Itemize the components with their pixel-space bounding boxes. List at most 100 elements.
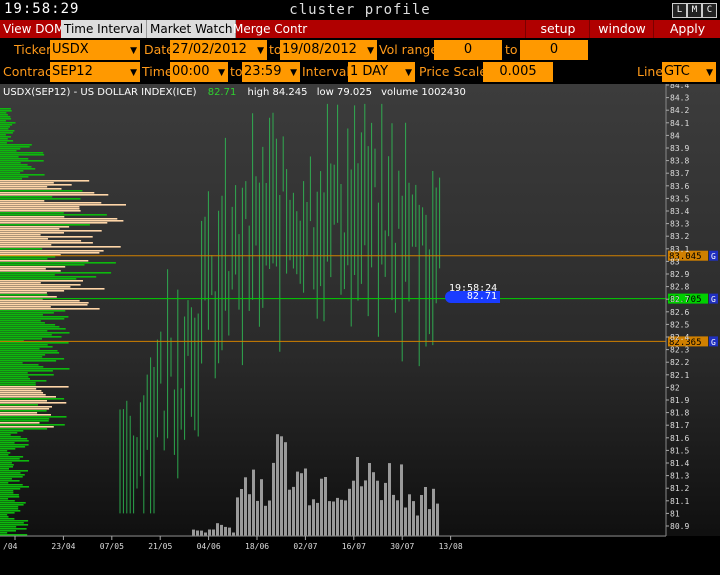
chart-area[interactable]: 83.045 G 82.705 G 82.365 G 84.4 84.3 84.2 84.1 84… — [0, 84, 720, 575]
contract-select[interactable]: SEP12 ▼ — [50, 62, 140, 82]
volume-bar — [268, 500, 271, 536]
menu-market-watch[interactable]: Market Watch — [147, 20, 237, 38]
profile-bar — [0, 306, 51, 308]
profile-bar — [0, 432, 18, 434]
volume-bar — [276, 434, 279, 536]
chevron-down-icon: ▼ — [257, 46, 264, 56]
volume-bar — [376, 480, 379, 536]
menu-merge-contr[interactable]: Merge Contr — [230, 20, 310, 38]
volume-bar — [416, 515, 419, 536]
profile-bar — [0, 430, 24, 432]
profile-bar — [0, 370, 53, 372]
profile-bar — [0, 374, 54, 376]
filter-row-2: Contract SEP12 ▼ Time 00:00 ▼ to 23:59 ▼ In… — [0, 60, 720, 84]
volume-bar — [428, 509, 431, 536]
profile-bar — [0, 416, 67, 418]
volume-bar — [212, 529, 215, 536]
volume-bar — [192, 529, 195, 536]
time-from-field[interactable]: 00:00 ▼ — [170, 62, 228, 82]
window-c-button[interactable]: C — [702, 3, 717, 18]
profile-bar — [0, 276, 97, 278]
volume-bar — [296, 471, 299, 536]
volume-bar — [380, 500, 383, 536]
profile-bar — [0, 300, 80, 302]
profile-bar — [0, 468, 9, 470]
profile-bar — [0, 138, 8, 140]
profile-bar — [0, 346, 53, 348]
date-from-field[interactable]: 27/02/2012 ▼ — [170, 40, 267, 60]
date-tick-label: 07/05 — [100, 542, 124, 551]
profile-bar — [0, 494, 19, 496]
profile-bar — [0, 384, 36, 386]
profile-bar — [0, 330, 48, 332]
volume-bar — [352, 480, 355, 536]
profile-bar — [0, 368, 70, 370]
profile-bar — [0, 110, 12, 112]
volume-bar — [208, 529, 211, 536]
cluster-profile-chart[interactable]: 83.045 G82.705 G82.365 G 84.484.384.284.184… — [0, 84, 720, 575]
volume-bar — [364, 480, 367, 536]
profile-bar — [0, 236, 93, 238]
window-button[interactable]: window — [589, 20, 654, 38]
volume-bar — [300, 473, 303, 536]
ticker-select[interactable]: USDX ▼ — [50, 40, 140, 60]
time-to-field[interactable]: 23:59 ▼ — [242, 62, 300, 82]
profile-bar — [0, 380, 47, 382]
profile-bar — [0, 168, 36, 170]
profile-bar — [0, 338, 42, 340]
profile-bar — [0, 356, 43, 358]
vol-to-field[interactable]: 0 — [520, 40, 588, 60]
profile-bar — [0, 400, 47, 402]
volume-bar — [404, 507, 407, 536]
volume-bar — [412, 501, 415, 536]
profile-bar — [0, 216, 65, 218]
price-tick-label: 82.6 — [670, 308, 689, 317]
profile-bar — [0, 462, 12, 464]
window-title: cluster profile — [289, 2, 431, 18]
profile-bar — [0, 528, 27, 530]
menu-time-interval[interactable]: Time Interval — [61, 20, 148, 38]
profile-bar — [0, 238, 48, 240]
volume-bar — [384, 482, 387, 536]
setup-button[interactable]: setup — [525, 20, 590, 38]
date-tick-label: 02/07 — [293, 542, 317, 551]
price-tick-label: 82.8 — [670, 283, 689, 292]
profile-bar — [0, 186, 48, 188]
date-to-field[interactable]: 19/08/2012 ▼ — [280, 40, 377, 60]
vol-from-field[interactable]: 0 — [434, 40, 502, 60]
interval-select[interactable]: 1 DAY ▼ — [348, 62, 415, 82]
line-select[interactable]: GTC ▼ — [662, 62, 716, 82]
price-scale-field[interactable]: 0.005 — [483, 62, 553, 82]
price-tick-label: 82.1 — [670, 371, 689, 380]
profile-bar — [0, 170, 24, 172]
profile-bar — [0, 202, 102, 204]
profile-bar — [0, 260, 89, 262]
volume-bar — [284, 442, 287, 536]
cursor-price-value: 82.71 — [466, 291, 497, 302]
volume-bar — [244, 477, 247, 536]
price-tick-label: 80.9 — [670, 522, 689, 531]
profile-bar — [0, 240, 82, 242]
volume-bar — [312, 499, 315, 536]
chevron-down-icon: ▼ — [706, 68, 713, 78]
price-tick-label: 83.1 — [670, 245, 689, 254]
profile-bar — [0, 406, 52, 408]
window-m-button[interactable]: M — [687, 3, 702, 18]
profile-bar — [0, 208, 80, 210]
profile-bar — [0, 272, 112, 274]
profile-bar — [0, 282, 41, 284]
profile-bar — [0, 146, 30, 148]
profile-bar — [0, 122, 16, 124]
volume-bar — [304, 468, 307, 536]
profile-bar — [0, 474, 25, 476]
apply-button[interactable]: Apply — [653, 20, 720, 38]
window-l-button[interactable]: L — [672, 3, 687, 18]
profile-bar — [0, 188, 62, 190]
menu-view-dom[interactable]: View DOM — [0, 20, 67, 38]
profile-bar — [0, 258, 48, 260]
profile-bar — [0, 530, 16, 532]
profile-bar — [0, 304, 88, 306]
volume-bar — [224, 526, 227, 536]
price-tick-label: 81.8 — [670, 409, 689, 418]
profile-bar — [0, 274, 55, 276]
